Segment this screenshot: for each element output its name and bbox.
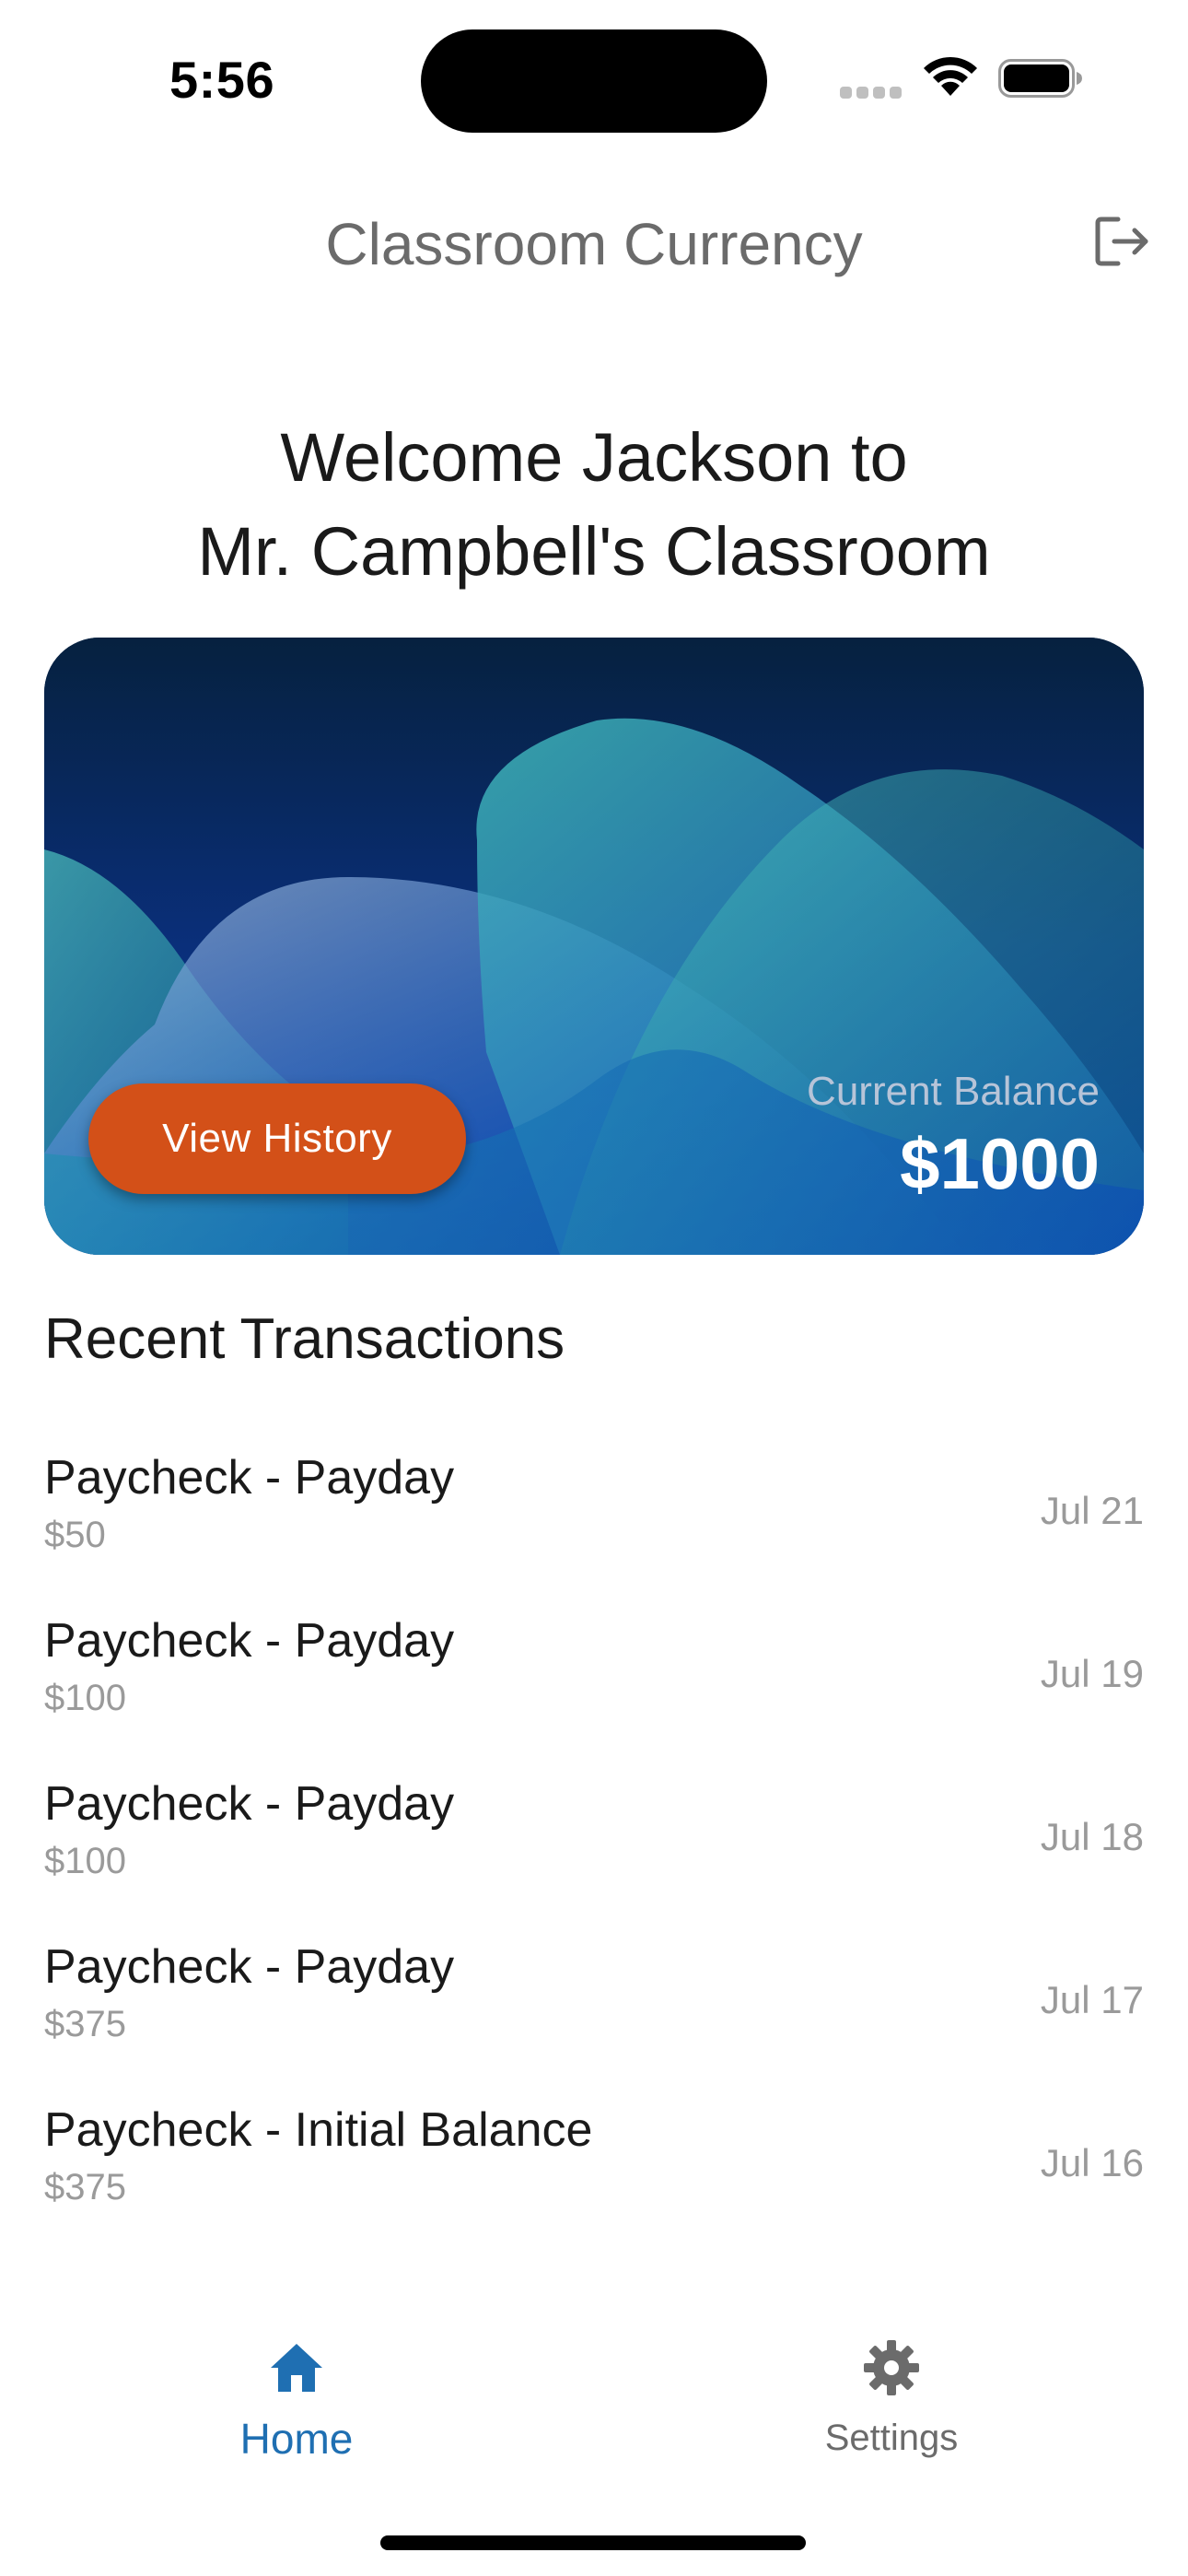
app-screen: 5:56 Classroom Currency Welcome Jackson … bbox=[0, 0, 1188, 2576]
transaction-item[interactable]: Paycheck - Payday $375 Jul 17 bbox=[44, 1926, 1144, 2090]
welcome-message: Welcome Jackson to Mr. Campbell's Classr… bbox=[0, 411, 1188, 599]
transaction-title: Paycheck - Initial Balance bbox=[44, 2103, 593, 2157]
transaction-amount: $100 bbox=[44, 1841, 126, 1881]
home-indicator bbox=[380, 2535, 806, 2550]
cellular-signal-icon bbox=[840, 87, 904, 100]
tab-settings[interactable]: Settings bbox=[753, 2322, 1030, 2488]
tab-settings-label: Settings bbox=[824, 2418, 959, 2458]
wifi-icon bbox=[924, 56, 977, 96]
logout-button[interactable] bbox=[1087, 206, 1157, 276]
battery-icon bbox=[998, 59, 1082, 98]
transaction-date: Jul 21 bbox=[1040, 1489, 1144, 1532]
transaction-amount: $375 bbox=[44, 2004, 126, 2044]
transaction-date: Jul 19 bbox=[1040, 1652, 1144, 1695]
transaction-title: Paycheck - Payday bbox=[44, 1777, 455, 1831]
transaction-title: Paycheck - Payday bbox=[44, 1940, 455, 1994]
home-icon bbox=[271, 2344, 322, 2392]
transaction-date: Jul 16 bbox=[1040, 2141, 1144, 2184]
dynamic-island bbox=[421, 29, 767, 133]
status-time: 5:56 bbox=[169, 51, 275, 109]
gear-icon bbox=[864, 2340, 919, 2395]
status-indicators bbox=[840, 53, 1089, 105]
transaction-amount: $375 bbox=[44, 2167, 126, 2207]
tab-bar: Home Settings bbox=[0, 2322, 1188, 2506]
welcome-line-1: Welcome Jackson to bbox=[280, 419, 908, 496]
transaction-amount: $100 bbox=[44, 1678, 126, 1718]
tab-home-label: Home bbox=[239, 2415, 354, 2463]
transaction-item[interactable]: Paycheck - Payday $100 Jul 19 bbox=[44, 1600, 1144, 1763]
transaction-item[interactable]: Paycheck - Initial Balance $375 Jul 16 bbox=[44, 2090, 1144, 2253]
transaction-date: Jul 18 bbox=[1040, 1815, 1144, 1858]
current-balance-value: $1000 bbox=[900, 1123, 1100, 1204]
transaction-item[interactable]: Paycheck - Payday $50 Jul 21 bbox=[44, 1437, 1144, 1600]
transaction-title: Paycheck - Payday bbox=[44, 1451, 455, 1505]
logout-icon bbox=[1095, 217, 1148, 266]
nav-header: Classroom Currency bbox=[0, 184, 1188, 304]
transaction-amount: $50 bbox=[44, 1515, 106, 1555]
balance-card: View History Current Balance $1000 bbox=[44, 638, 1144, 1255]
transaction-item[interactable]: Paycheck - Payday $100 Jul 18 bbox=[44, 1763, 1144, 1926]
current-balance-label: Current Balance bbox=[807, 1069, 1100, 1114]
welcome-line-2: Mr. Campbell's Classroom bbox=[197, 513, 991, 590]
tab-home[interactable]: Home bbox=[158, 2322, 435, 2488]
status-bar: 5:56 bbox=[0, 0, 1188, 157]
app-title: Classroom Currency bbox=[325, 211, 863, 277]
view-history-button[interactable]: View History bbox=[88, 1083, 466, 1194]
transaction-list: Paycheck - Payday $50 Jul 21 Paycheck - … bbox=[44, 1437, 1144, 2253]
recent-transactions-title: Recent Transactions bbox=[44, 1307, 565, 1371]
transaction-date: Jul 17 bbox=[1040, 1978, 1144, 2021]
transaction-title: Paycheck - Payday bbox=[44, 1614, 455, 1668]
